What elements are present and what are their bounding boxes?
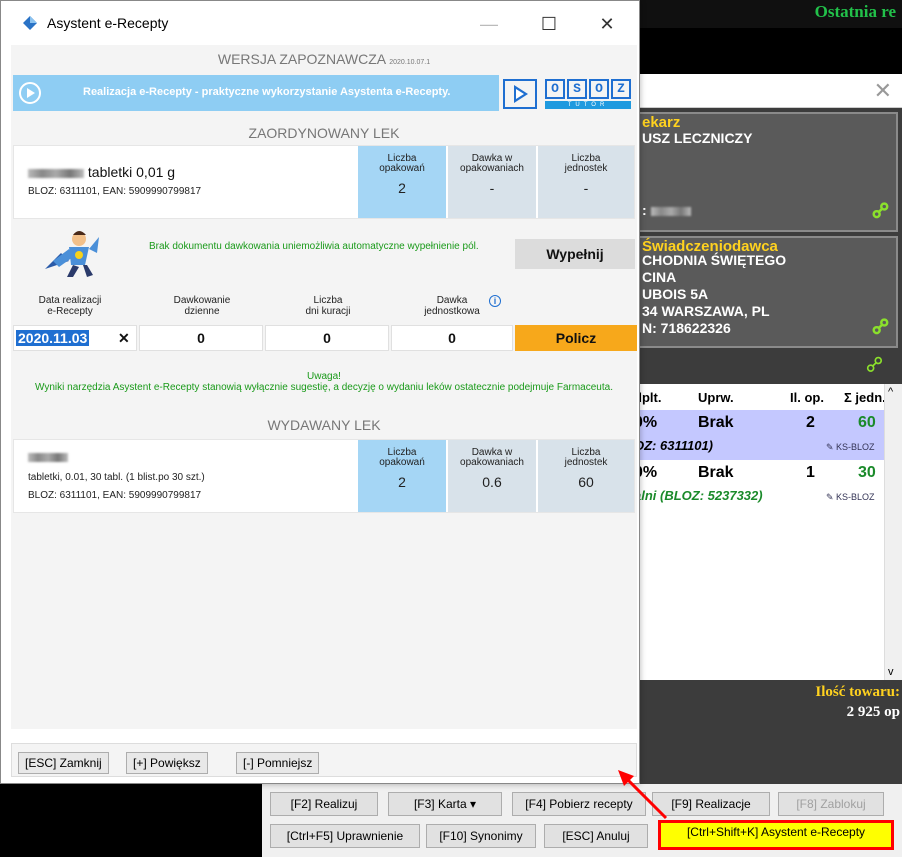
osoz-tutor-logo[interactable]: O S O Z TUTOR xyxy=(545,79,635,111)
fill-button[interactable]: Wypełnij xyxy=(515,239,635,269)
packages-count: Liczba opakowań 2 xyxy=(358,440,446,512)
asystent-erecepty-button[interactable]: [Ctrl+Shift+K] Asystent e-Recepty xyxy=(658,820,894,850)
close-icon[interactable]: ✕ xyxy=(587,9,627,39)
table-row[interactable]: 0% Brak 2 60 OZ: 6311101) ✎ KS-BLOZ xyxy=(630,410,884,460)
doctor-box: ekarz USZ LECZNICZY : ⚯ xyxy=(630,112,898,232)
dialog-content: WERSJA ZAPOZNAWCZA 2020.10.07.1 Realizac… xyxy=(11,45,637,729)
chevron-up-icon[interactable]: ^ xyxy=(888,386,893,398)
drug-identifiers: BLOZ: 6311101, EAN: 5909990799817 xyxy=(28,186,202,197)
play-icon[interactable] xyxy=(19,82,41,104)
prescription-table: dplt. Uprw. Il. op. Σ jedn. 0% Brak 2 60… xyxy=(630,384,902,680)
drug-identifiers: BLOZ: 6311101, EAN: 5909990799817 xyxy=(28,490,202,501)
info-icon[interactable]: i xyxy=(489,295,501,307)
unit-dose-input[interactable]: 0 xyxy=(391,325,513,351)
ordered-drug-title: ZAORDYNOWANY LEK xyxy=(248,125,400,141)
column-header: Σ jedn. xyxy=(844,390,886,405)
dispensed-drug-title: WYDAWANY LEK xyxy=(267,417,381,433)
title-bar[interactable]: Asystent e-Recepty — ☐ ✕ xyxy=(1,1,639,45)
date-column-label: Data realizacji e-Recepty xyxy=(38,295,102,317)
units-count: Liczba jednostek - xyxy=(538,146,634,218)
provider-box: Świadczeniodawca CHODNIA ŚWIĘTEGO CINA U… xyxy=(630,236,898,348)
superhero-mascot-icon xyxy=(45,231,99,277)
app-logo-icon xyxy=(23,16,37,30)
synonimy-button[interactable]: [F10] Synonimy xyxy=(426,824,536,848)
background-panel-header: ✕ xyxy=(630,74,902,108)
dose-in-packages: Dawka w opakowaniach - xyxy=(448,146,536,218)
provider-box-line: CHODNIA ŚWIĘTEGO xyxy=(642,252,787,268)
quantity-value: 2 925 op xyxy=(846,704,900,720)
dose-in-packages: Dawka w opakowaniach 0.6 xyxy=(448,440,536,512)
version-label: WERSJA ZAPOZNAWCZA 2020.10.07.1 xyxy=(217,51,431,67)
action-bar: [F2] Realizuj [F3] Karta ▾ [F4] Pobierz … xyxy=(262,784,902,857)
background-close-icon[interactable]: ✕ xyxy=(874,78,892,104)
provider-box-line: N: 718622326 xyxy=(642,320,731,336)
calculate-button[interactable]: Policz xyxy=(515,325,637,351)
red-arrow-annotation xyxy=(618,770,668,820)
provider-box-line: 34 WARSZAWA, PL xyxy=(642,303,770,319)
drug-description: tabletki, 0.01, 30 tabl. (1 blist.po 30 … xyxy=(28,472,205,483)
quantity-label: Ilość towaru: xyxy=(815,684,900,700)
uprawnienie-button[interactable]: [Ctrl+F5] Uprawnienie xyxy=(270,824,420,848)
window-title: Asystent e-Recepty xyxy=(47,15,169,31)
karta-button[interactable]: [F3] Karta ▾ xyxy=(388,792,502,816)
warning-message: Uwaga! Wyniki narzędzia Asystent e-Recep… xyxy=(35,371,613,393)
drug-name: tabletki 0,01 g xyxy=(28,164,175,180)
zoom-in-button[interactable]: [+] Powiększ xyxy=(126,752,208,774)
table-row[interactable]: 0% Brak 1 30 alni (BLOZ: 5237332) ✎ KS-B… xyxy=(630,460,884,510)
play-video-icon[interactable] xyxy=(503,79,537,109)
daily-dosage-label: Dawkowanie dzienne xyxy=(173,295,231,317)
link-icon[interactable]: ⚯ xyxy=(865,311,896,342)
background-title: Ostatnia re xyxy=(814,2,896,21)
column-header: Uprw. xyxy=(698,390,734,405)
clear-date-icon[interactable]: ✕ xyxy=(118,326,130,350)
video-banner[interactable]: Realizacja e-Recepty - praktyczne wykorz… xyxy=(13,75,499,111)
no-dosage-info: Brak dokumentu dawkowania uniemożliwia a… xyxy=(149,241,479,252)
link-icon[interactable]: ⚯ xyxy=(865,195,896,226)
doctor-box-line: USZ LECZNICZY xyxy=(642,130,753,146)
chevron-down-icon[interactable]: v xyxy=(888,666,894,678)
column-header: Il. op. xyxy=(790,390,824,405)
date-input[interactable]: 2020.11.03 ✕ xyxy=(13,325,137,351)
background-header: Ostatnia re xyxy=(630,0,902,28)
zoom-out-button[interactable]: [-] Pomniejsz xyxy=(236,752,320,774)
ordered-drug-card: tabletki 0,01 g BLOZ: 6311101, EAN: 5909… xyxy=(13,145,635,219)
provider-box-line: CINA xyxy=(642,269,677,285)
banner-text: Realizacja e-Recepty - praktyczne wykorz… xyxy=(83,86,451,98)
asystent-dialog: Asystent e-Recepty — ☐ ✕ WERSJA ZAPOZNAW… xyxy=(0,0,640,784)
days-input[interactable]: 0 xyxy=(265,325,389,351)
table-scrollbar[interactable]: ^ v xyxy=(884,384,902,680)
dispensed-drug-card: tabletki, 0.01, 30 tabl. (1 blist.po 30 … xyxy=(13,439,635,513)
dialog-footer: [ESC] Zamknij [+] Powiększ [-] Pomniejsz xyxy=(11,743,637,777)
realizuj-button[interactable]: [F2] Realizuj xyxy=(270,792,378,816)
doctor-box-title: ekarz xyxy=(642,114,681,131)
unit-dose-label: Dawka jednostkowa xyxy=(424,295,480,317)
units-count: Liczba jednostek 60 xyxy=(538,440,634,512)
zablokuj-button[interactable]: [F8] Zablokuj xyxy=(778,792,884,816)
doctor-box-line: : xyxy=(642,202,691,218)
daily-dosage-input[interactable]: 0 xyxy=(139,325,263,351)
provider-box-line: UBOIS 5A xyxy=(642,286,709,302)
days-label: Liczba dni kuracji xyxy=(305,295,351,317)
close-button[interactable]: [ESC] Zamknij xyxy=(18,752,109,774)
maximize-icon[interactable]: ☐ xyxy=(529,9,569,39)
minimize-icon[interactable]: — xyxy=(469,9,509,39)
anuluj-button[interactable]: [ESC] Anuluj xyxy=(544,824,648,848)
packages-count: Liczba opakowań 2 xyxy=(358,146,446,218)
drug-name xyxy=(28,448,68,464)
calculation-inputs: 2020.11.03 ✕ 0 0 0 Policz xyxy=(13,325,637,351)
